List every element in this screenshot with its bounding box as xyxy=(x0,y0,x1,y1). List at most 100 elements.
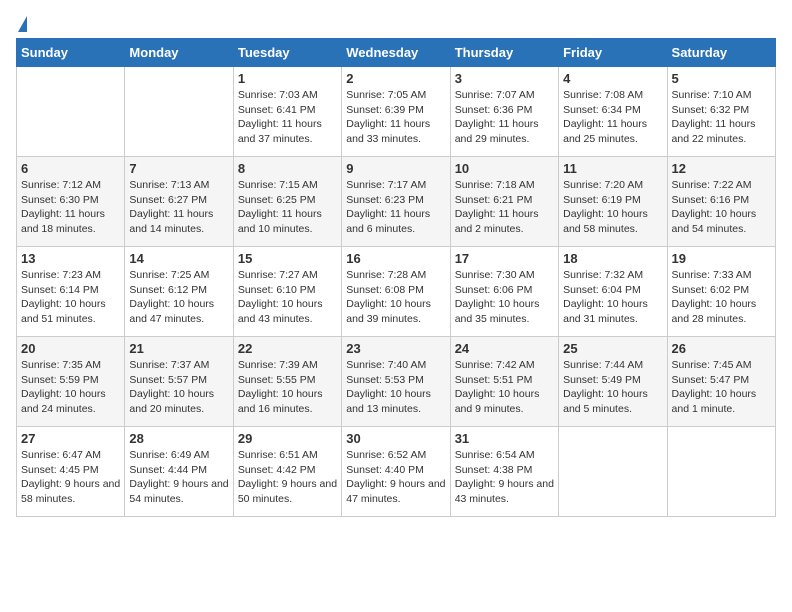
calendar-cell: 18 Sunrise: 7:32 AMSunset: 6:04 PMDayligh… xyxy=(559,247,667,337)
calendar-cell xyxy=(17,67,125,157)
calendar-week-row: 13Sunrise: 7:23 AMSunset: 6:14 PMDayligh… xyxy=(17,247,776,337)
day-number: 21 xyxy=(129,341,228,356)
day-info: Sunrise: 7:10 AMSunset: 6:32 PMDaylight:… xyxy=(672,88,771,147)
logo xyxy=(16,16,27,30)
day-number: 26 xyxy=(672,341,771,356)
day-info: Sunrise: 7:32 AMSunset: 6:04 PMDaylight:… xyxy=(563,268,662,327)
day-info: Sunrise: 7:13 AMSunset: 6:27 PMDaylight:… xyxy=(129,178,228,237)
day-number: 15 xyxy=(238,251,337,266)
day-info: Sunrise: 7:18 AMSunset: 6:21 PMDaylight:… xyxy=(455,178,554,237)
calendar-cell: 24Sunrise: 7:42 AMSunset: 5:51 PMDayligh… xyxy=(450,337,558,427)
day-info: Sunrise: 7:08 AMSunset: 6:34 PMDaylight:… xyxy=(563,88,662,147)
day-info: Sunrise: 7:07 AMSunset: 6:36 PMDaylight:… xyxy=(455,88,554,147)
day-number: 23 xyxy=(346,341,445,356)
day-info: Sunrise: 7:33 AMSunset: 6:02 PMDaylight:… xyxy=(672,268,771,327)
day-info: Sunrise: 7:25 AMSunset: 6:12 PMDaylight:… xyxy=(129,268,228,327)
calendar-cell: 14Sunrise: 7:25 AMSunset: 6:12 PMDayligh… xyxy=(125,247,233,337)
calendar-table: SundayMondayTuesdayWednesdayThursdayFrid… xyxy=(16,38,776,517)
day-info: Sunrise: 7:27 AMSunset: 6:10 PMDaylight:… xyxy=(238,268,337,327)
day-number: 27 xyxy=(21,431,120,446)
calendar-cell: 8 Sunrise: 7:15 AMSunset: 6:25 PMDaylight… xyxy=(233,157,341,247)
weekday-header-saturday: Saturday xyxy=(667,39,775,67)
day-number: 11 xyxy=(563,161,662,176)
day-info: Sunrise: 7:39 AMSunset: 5:55 PMDaylight:… xyxy=(238,358,337,417)
day-number: 31 xyxy=(455,431,554,446)
calendar-cell: 21Sunrise: 7:37 AMSunset: 5:57 PMDayligh… xyxy=(125,337,233,427)
calendar-cell: 29 Sunrise: 6:51 AMSunset: 4:42 PMDayligh… xyxy=(233,427,341,517)
calendar-cell: 13Sunrise: 7:23 AMSunset: 6:14 PMDayligh… xyxy=(17,247,125,337)
day-info: Sunrise: 7:22 AMSunset: 6:16 PMDaylight:… xyxy=(672,178,771,237)
calendar-cell: 9 Sunrise: 7:17 AMSunset: 6:23 PMDaylight… xyxy=(342,157,450,247)
calendar-cell: 27 Sunrise: 6:47 AMSunset: 4:45 PMDayligh… xyxy=(17,427,125,517)
calendar-cell xyxy=(125,67,233,157)
calendar-cell: 16 Sunrise: 7:28 AMSunset: 6:08 PMDayligh… xyxy=(342,247,450,337)
day-number: 20 xyxy=(21,341,120,356)
weekday-header-friday: Friday xyxy=(559,39,667,67)
day-number: 6 xyxy=(21,161,120,176)
day-number: 25 xyxy=(563,341,662,356)
day-info: Sunrise: 7:40 AMSunset: 5:53 PMDaylight:… xyxy=(346,358,445,417)
page-header xyxy=(16,16,776,30)
calendar-cell: 17 Sunrise: 7:30 AMSunset: 6:06 PMDayligh… xyxy=(450,247,558,337)
weekday-header-row: SundayMondayTuesdayWednesdayThursdayFrid… xyxy=(17,39,776,67)
day-number: 24 xyxy=(455,341,554,356)
day-number: 5 xyxy=(672,71,771,86)
calendar-cell: 28 Sunrise: 6:49 AMSunset: 4:44 PMDayligh… xyxy=(125,427,233,517)
day-info: Sunrise: 6:51 AMSunset: 4:42 PMDaylight:… xyxy=(238,448,337,507)
day-info: Sunrise: 7:45 AMSunset: 5:47 PMDaylight:… xyxy=(672,358,771,417)
calendar-cell: 30 Sunrise: 6:52 AMSunset: 4:40 PMDayligh… xyxy=(342,427,450,517)
calendar-cell: 6 Sunrise: 7:12 AMSunset: 6:30 PMDaylight… xyxy=(17,157,125,247)
calendar-cell: 25 Sunrise: 7:44 AMSunset: 5:49 PMDayligh… xyxy=(559,337,667,427)
day-number: 10 xyxy=(455,161,554,176)
day-info: Sunrise: 7:05 AMSunset: 6:39 PMDaylight:… xyxy=(346,88,445,147)
day-number: 8 xyxy=(238,161,337,176)
day-info: Sunrise: 6:52 AMSunset: 4:40 PMDaylight:… xyxy=(346,448,445,507)
calendar-week-row: 20 Sunrise: 7:35 AMSunset: 5:59 PMDayligh… xyxy=(17,337,776,427)
calendar-cell: 11Sunrise: 7:20 AMSunset: 6:19 PMDayligh… xyxy=(559,157,667,247)
calendar-cell: 3 Sunrise: 7:07 AMSunset: 6:36 PMDaylight… xyxy=(450,67,558,157)
calendar-cell: 5 Sunrise: 7:10 AMSunset: 6:32 PMDaylight… xyxy=(667,67,775,157)
calendar-cell: 31Sunrise: 6:54 AMSunset: 4:38 PMDayligh… xyxy=(450,427,558,517)
day-info: Sunrise: 7:15 AMSunset: 6:25 PMDaylight:… xyxy=(238,178,337,237)
day-info: Sunrise: 6:47 AMSunset: 4:45 PMDaylight:… xyxy=(21,448,120,507)
day-info: Sunrise: 7:12 AMSunset: 6:30 PMDaylight:… xyxy=(21,178,120,237)
weekday-header-wednesday: Wednesday xyxy=(342,39,450,67)
calendar-cell: 10 Sunrise: 7:18 AMSunset: 6:21 PMDayligh… xyxy=(450,157,558,247)
day-info: Sunrise: 7:03 AMSunset: 6:41 PMDaylight:… xyxy=(238,88,337,147)
calendar-cell: 20 Sunrise: 7:35 AMSunset: 5:59 PMDayligh… xyxy=(17,337,125,427)
weekday-header-tuesday: Tuesday xyxy=(233,39,341,67)
day-number: 3 xyxy=(455,71,554,86)
day-info: Sunrise: 7:44 AMSunset: 5:49 PMDaylight:… xyxy=(563,358,662,417)
calendar-cell: 1 Sunrise: 7:03 AMSunset: 6:41 PMDaylight… xyxy=(233,67,341,157)
calendar-week-row: 1 Sunrise: 7:03 AMSunset: 6:41 PMDaylight… xyxy=(17,67,776,157)
calendar-cell xyxy=(559,427,667,517)
calendar-cell: 15 Sunrise: 7:27 AMSunset: 6:10 PMDayligh… xyxy=(233,247,341,337)
day-info: Sunrise: 7:35 AMSunset: 5:59 PMDaylight:… xyxy=(21,358,120,417)
calendar-cell: 23 Sunrise: 7:40 AMSunset: 5:53 PMDayligh… xyxy=(342,337,450,427)
day-number: 12 xyxy=(672,161,771,176)
day-number: 17 xyxy=(455,251,554,266)
day-info: Sunrise: 7:17 AMSunset: 6:23 PMDaylight:… xyxy=(346,178,445,237)
day-number: 30 xyxy=(346,431,445,446)
day-number: 19 xyxy=(672,251,771,266)
calendar-cell: 7 Sunrise: 7:13 AMSunset: 6:27 PMDaylight… xyxy=(125,157,233,247)
day-number: 18 xyxy=(563,251,662,266)
day-number: 2 xyxy=(346,71,445,86)
calendar-cell: 22 Sunrise: 7:39 AMSunset: 5:55 PMDayligh… xyxy=(233,337,341,427)
calendar-cell: 19 Sunrise: 7:33 AMSunset: 6:02 PMDayligh… xyxy=(667,247,775,337)
day-number: 4 xyxy=(563,71,662,86)
weekday-header-sunday: Sunday xyxy=(17,39,125,67)
day-number: 1 xyxy=(238,71,337,86)
calendar-cell: 2 Sunrise: 7:05 AMSunset: 6:39 PMDaylight… xyxy=(342,67,450,157)
day-info: Sunrise: 6:49 AMSunset: 4:44 PMDaylight:… xyxy=(129,448,228,507)
day-info: Sunrise: 7:30 AMSunset: 6:06 PMDaylight:… xyxy=(455,268,554,327)
weekday-header-monday: Monday xyxy=(125,39,233,67)
day-number: 16 xyxy=(346,251,445,266)
day-number: 28 xyxy=(129,431,228,446)
day-number: 29 xyxy=(238,431,337,446)
day-number: 9 xyxy=(346,161,445,176)
day-number: 22 xyxy=(238,341,337,356)
calendar-week-row: 6 Sunrise: 7:12 AMSunset: 6:30 PMDaylight… xyxy=(17,157,776,247)
day-info: Sunrise: 7:28 AMSunset: 6:08 PMDaylight:… xyxy=(346,268,445,327)
day-number: 7 xyxy=(129,161,228,176)
